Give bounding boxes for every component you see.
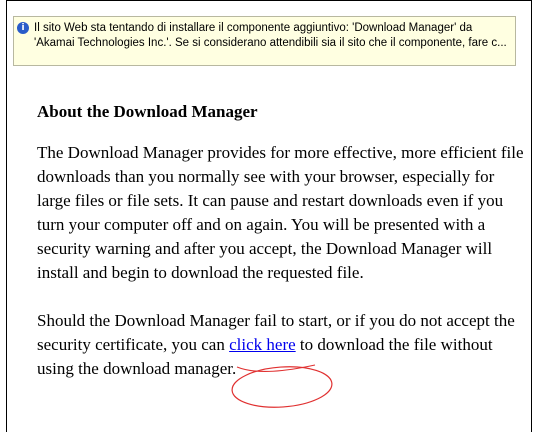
description-paragraph: The Download Manager provides for more e… xyxy=(37,143,524,282)
browser-content-frame: i Il sito Web sta tentando di installare… xyxy=(6,0,532,432)
section-heading: About the Download Manager xyxy=(37,102,258,121)
infobar-line-1: Il sito Web sta tentando di installare i… xyxy=(34,22,473,34)
infobar-line-2: 'Akamai Technologies Inc.'. Se si consid… xyxy=(34,37,507,49)
fallback-paragraph: Should the Download Manager fail to star… xyxy=(37,309,527,381)
page-content: About the Download Manager The Download … xyxy=(37,102,527,405)
click-here-link[interactable]: click here xyxy=(229,335,296,354)
info-icon: i xyxy=(17,22,29,34)
addon-install-infobar[interactable]: i Il sito Web sta tentando di installare… xyxy=(13,16,516,66)
